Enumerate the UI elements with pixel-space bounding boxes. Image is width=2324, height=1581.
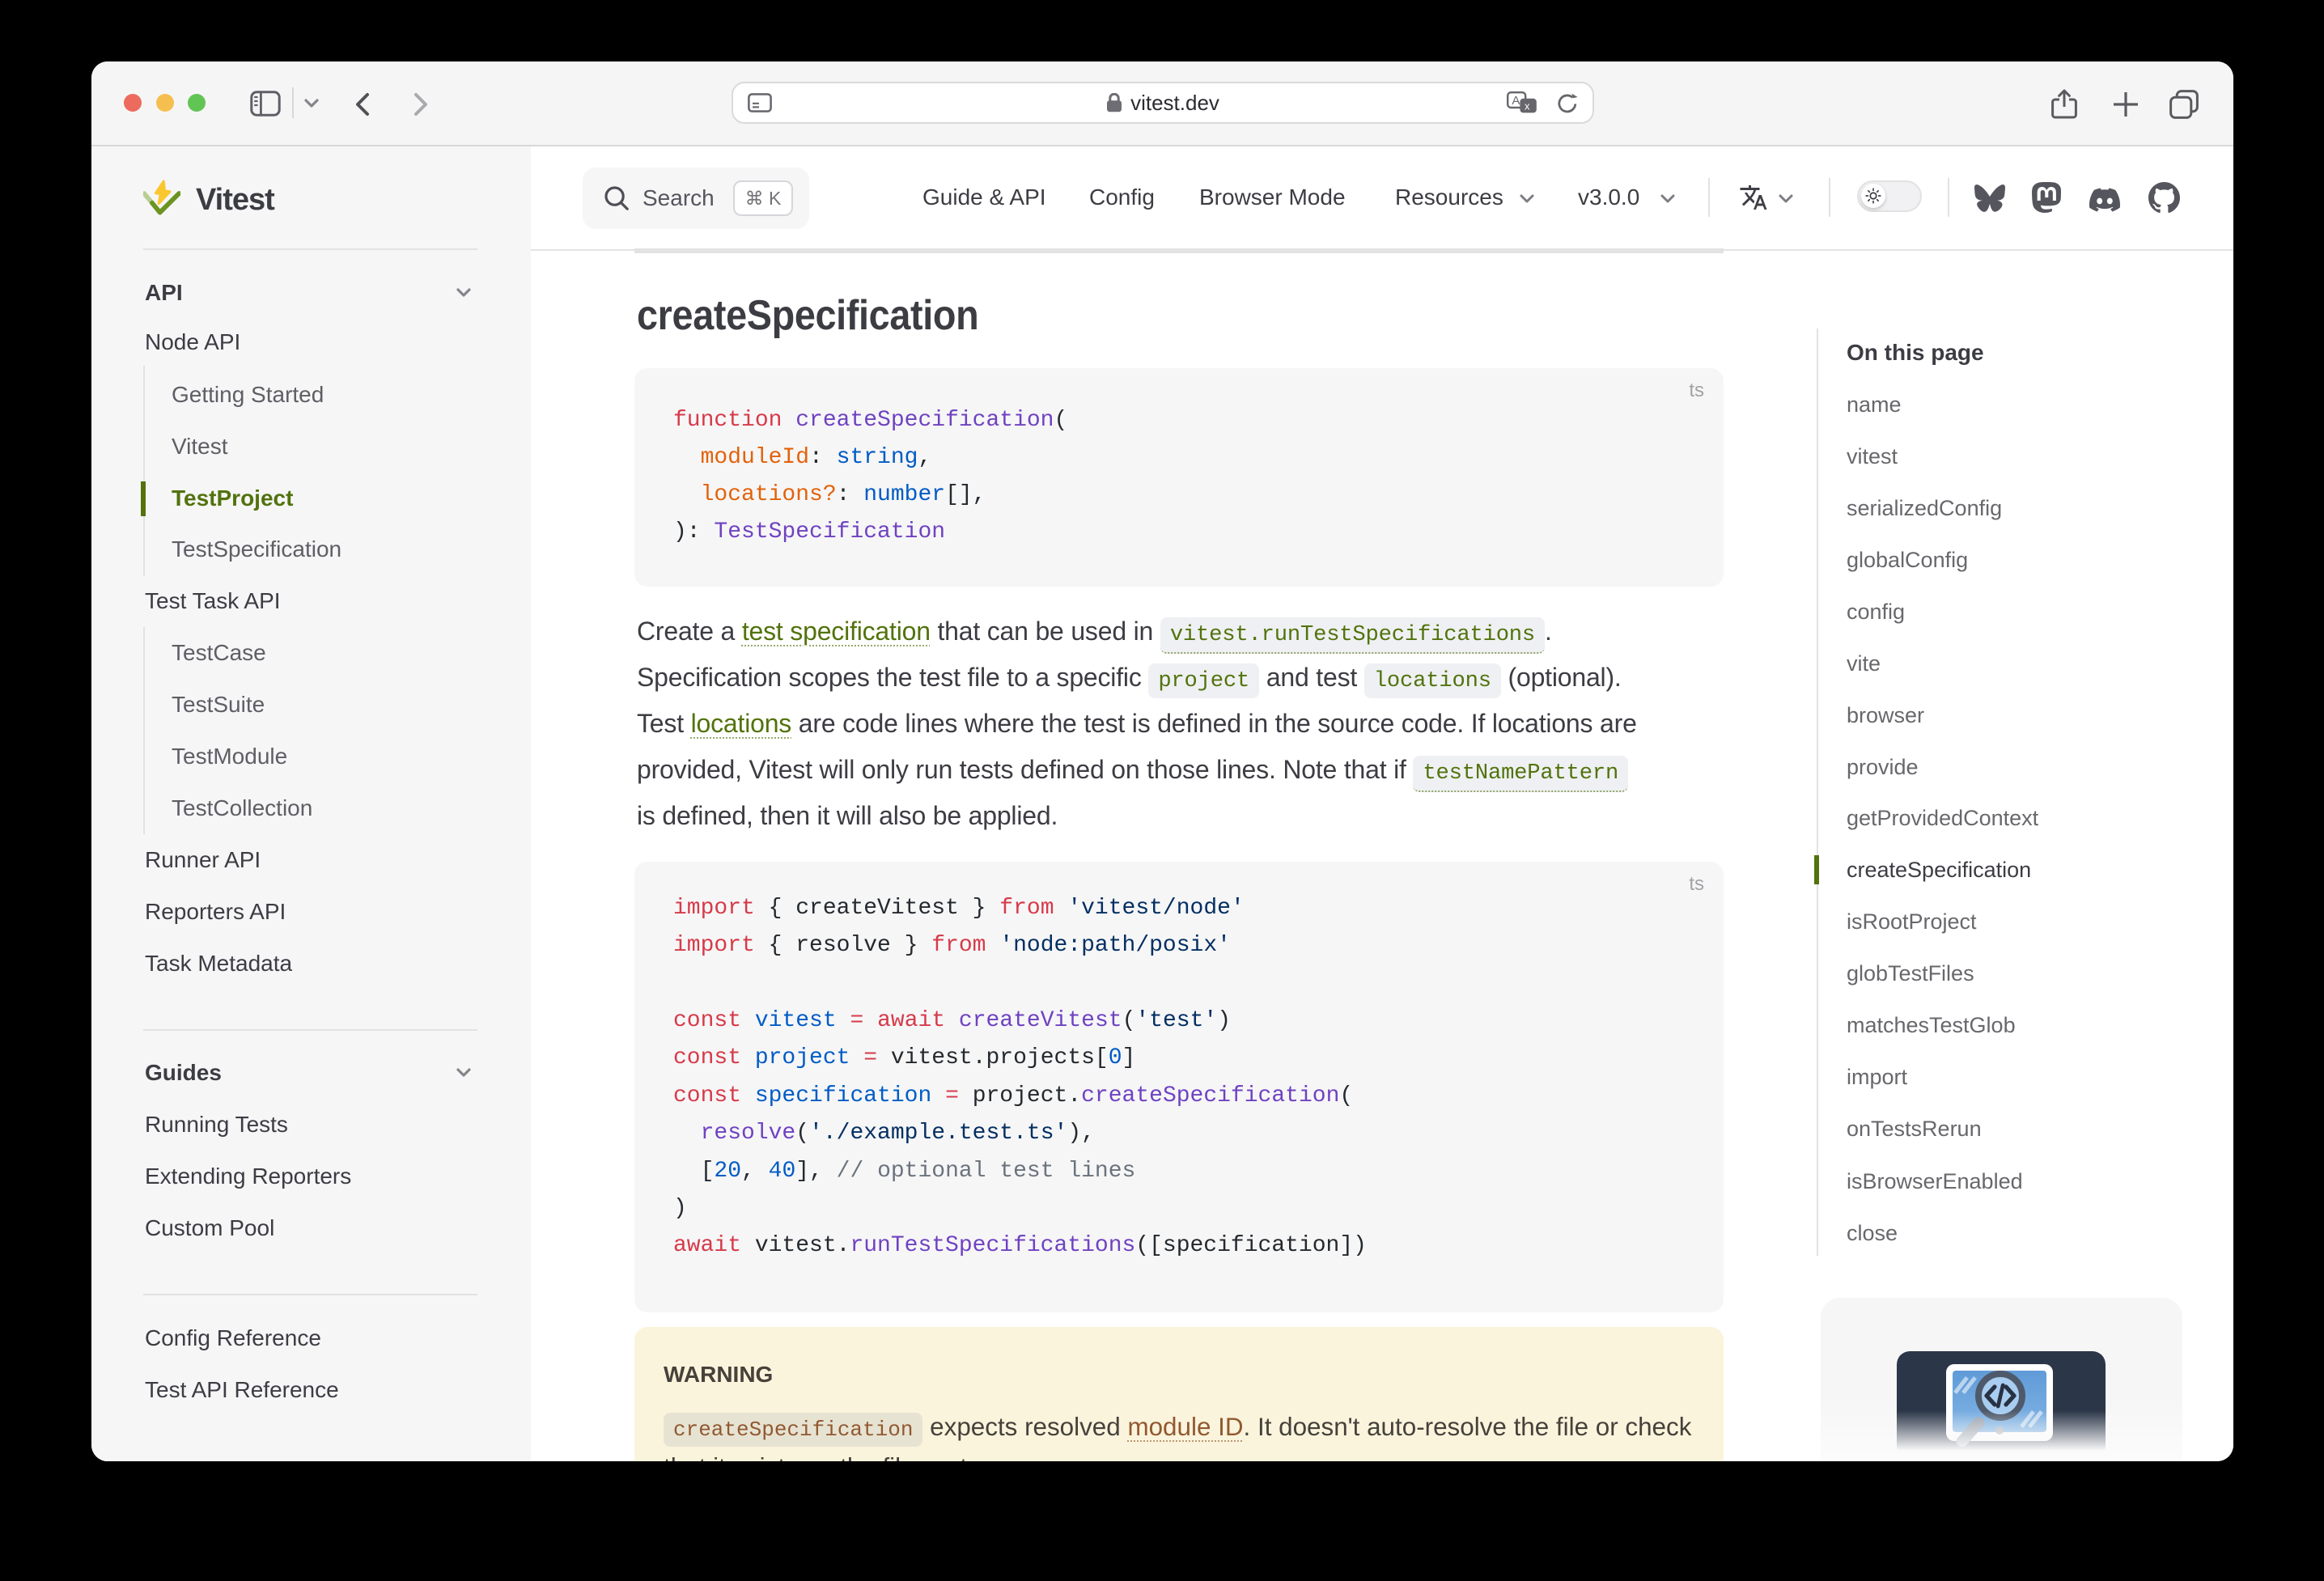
svg-text:A: A (1512, 94, 1520, 108)
svg-text:x: x (1525, 100, 1530, 112)
